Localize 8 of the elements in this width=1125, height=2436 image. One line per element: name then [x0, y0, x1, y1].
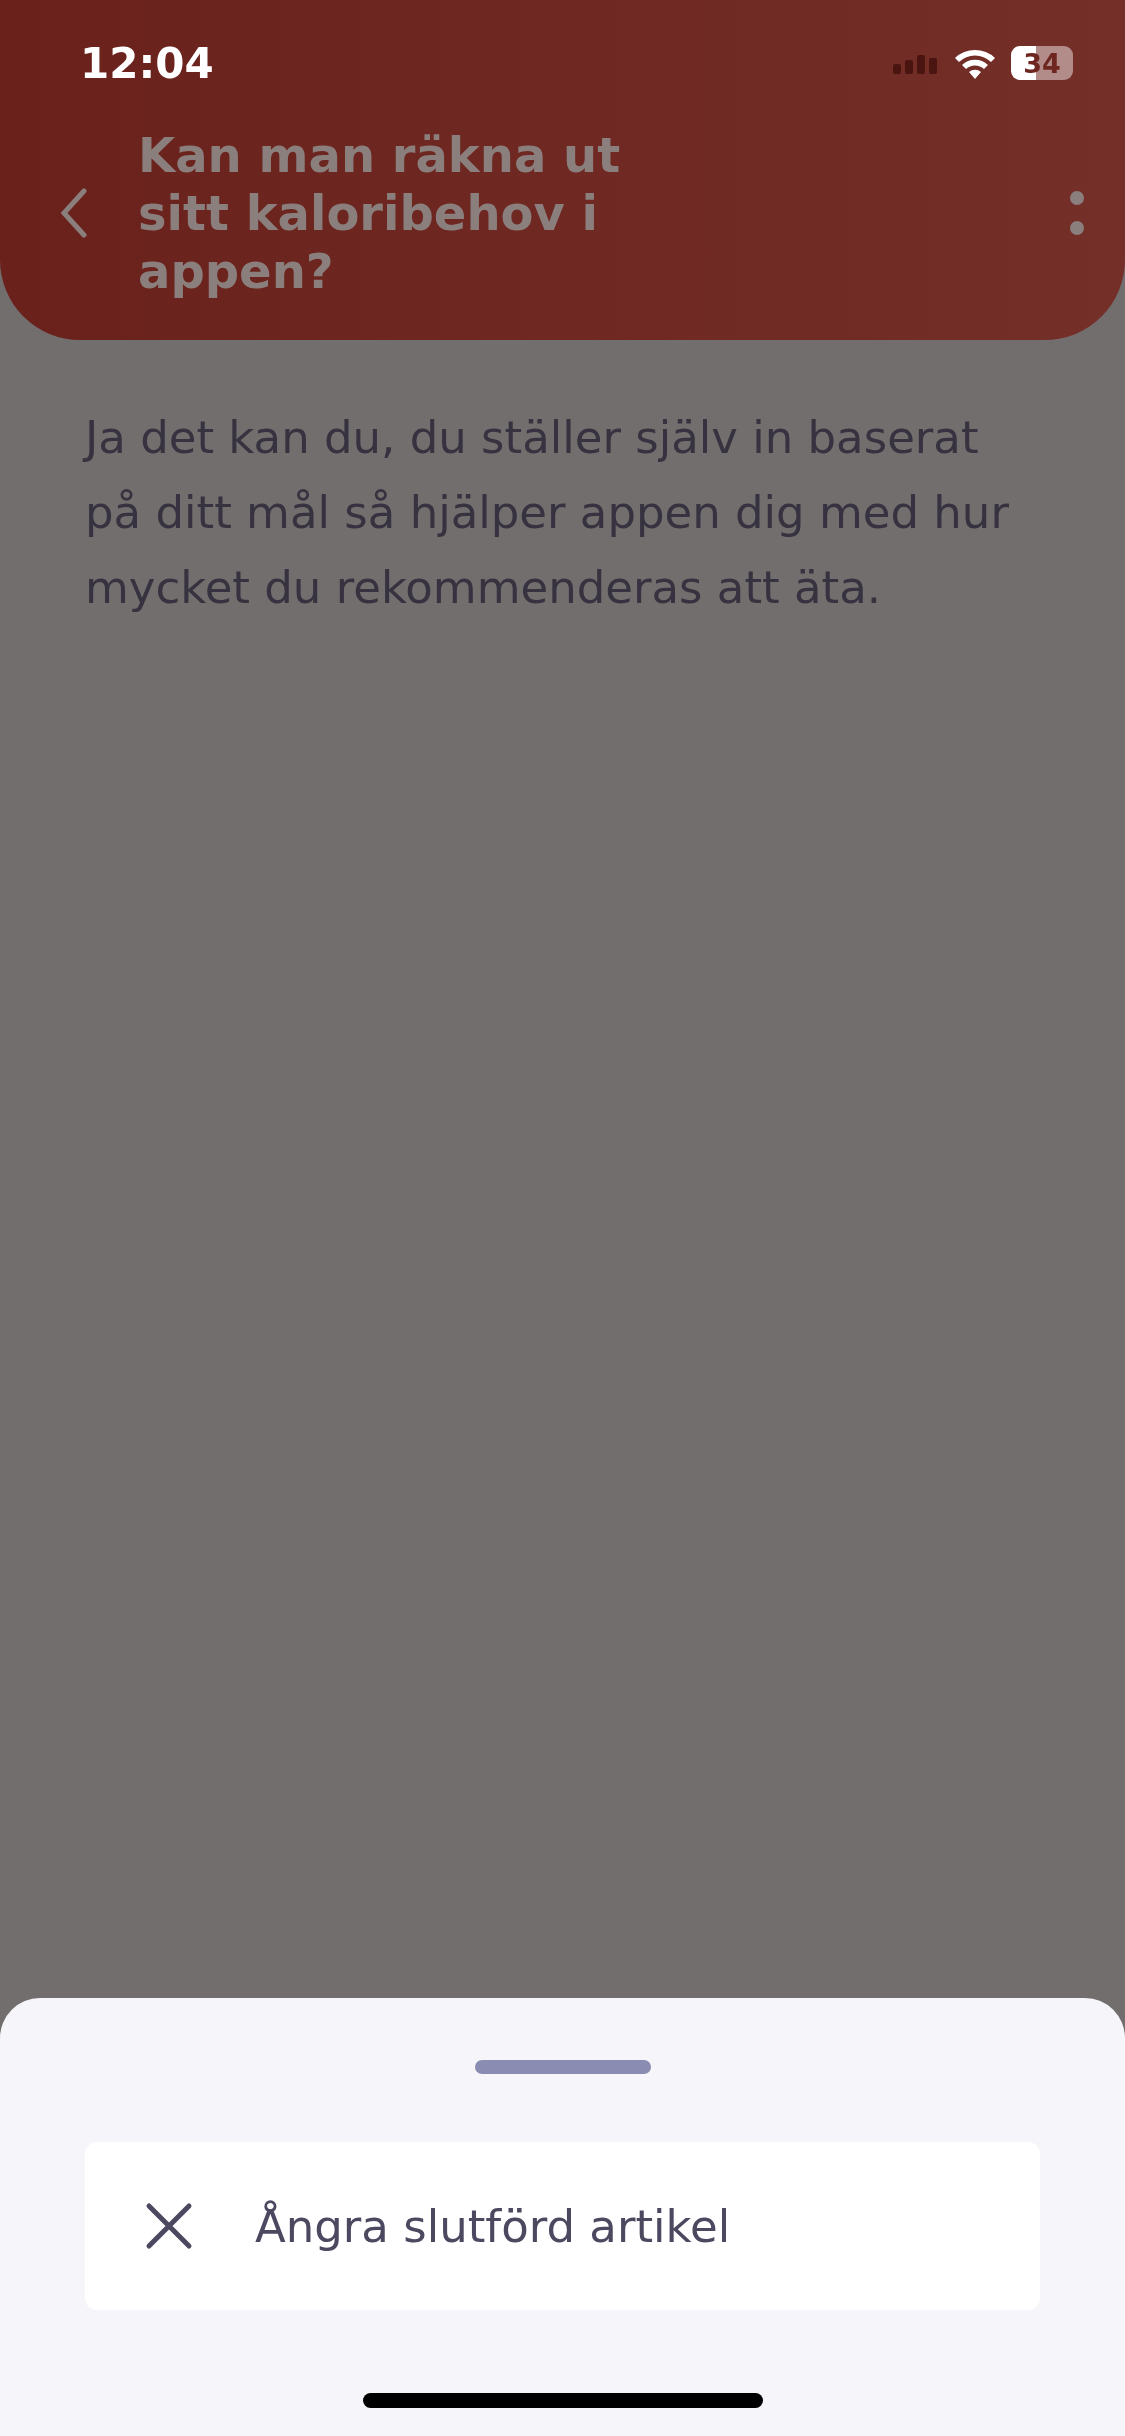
- article-title: Kan man räkna ut sitt kaloribehov i appen?: [138, 126, 622, 300]
- more-icon[interactable]: [1069, 190, 1085, 236]
- status-time: 12:04: [80, 38, 214, 88]
- back-icon[interactable]: [60, 188, 88, 238]
- sheet-handle[interactable]: [474, 2060, 651, 2074]
- undo-button[interactable]: Ångra slutförd artikel: [85, 2142, 1040, 2310]
- signal-icon: [893, 52, 939, 74]
- close-icon: [145, 2202, 193, 2250]
